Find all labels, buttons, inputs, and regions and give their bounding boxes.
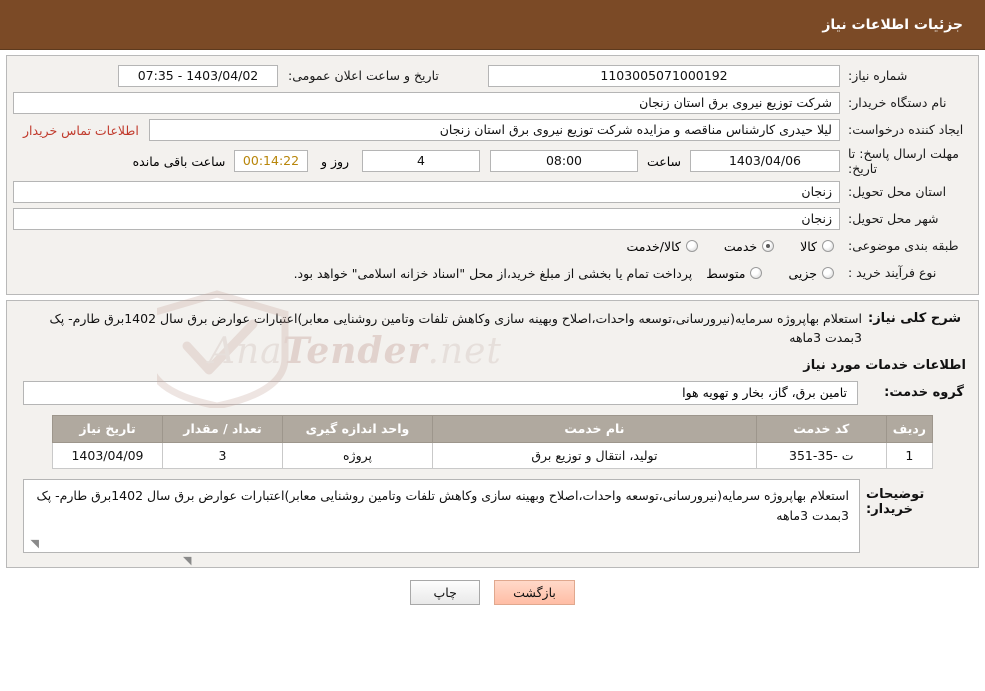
province-label: استان محل تحویل: xyxy=(848,184,947,200)
purchase-type-radio-group[interactable]: جزیی متوسط xyxy=(706,266,840,281)
radio-icon[interactable] xyxy=(822,240,834,252)
general-description-text: استعلام بهاپروژه سرمایه(نیرورسانی،توسعه … xyxy=(49,311,863,346)
need-details-page: جزئیات اطلاعات نیاز AnaTender.net شماره … xyxy=(0,0,985,691)
buyer-notes-label: توضیحات خریدار: xyxy=(866,486,925,517)
cell-index: 1 xyxy=(885,441,934,469)
back-button[interactable]: بازگشت xyxy=(494,579,575,605)
buyer-notes-content: استعلام بهاپروژه سرمایه(نیرورسانی،توسعه … xyxy=(36,487,850,524)
deadline-label: مهلت ارسال پاسخ: تا تاریخ: xyxy=(848,146,959,176)
remaining-days-value: 4 xyxy=(362,150,480,172)
general-description-label: شرح کلی نیاز: xyxy=(868,311,962,326)
page-title-bar: جزئیات اطلاعات نیاز xyxy=(0,0,985,50)
cell-code: ت -35-351 xyxy=(755,441,887,469)
purchase-type-option-jozi[interactable]: جزیی xyxy=(788,266,834,281)
col-name: نام خدمت xyxy=(432,414,757,443)
radio-icon[interactable] xyxy=(750,267,763,279)
buyer-org-label: نام دستگاه خریدار: xyxy=(848,95,947,111)
services-table: ردیف کد خدمت نام خدمت واحد اندازه گیری ت… xyxy=(52,414,934,469)
row-buyer-org: نام دستگاه خریدار: شرکت توزیع نیروی برق … xyxy=(13,92,972,114)
remaining-days-label: روز و xyxy=(320,153,350,169)
remaining-time-label: ساعت باقی مانده xyxy=(132,153,226,169)
category-label: طبقه بندی موضوعی: xyxy=(848,238,959,254)
deadline-hour-label: ساعت xyxy=(646,153,681,169)
row-province: استان محل تحویل: زنجان xyxy=(13,181,972,203)
col-code: کد خدمت xyxy=(755,414,887,443)
category-option-khedmat[interactable]: خدمت xyxy=(723,238,775,254)
purchase-note: پرداخت تمام یا بخشی از مبلغ خرید،از محل … xyxy=(293,265,693,281)
page-title: جزئیات اطلاعات نیاز xyxy=(822,16,963,33)
purchase-type-option-motavaset[interactable]: متوسط xyxy=(706,265,763,281)
need-number-value: 1103005071000192 xyxy=(488,65,840,87)
row-requester: ایجاد کننده درخواست: لیلا حیدری کارشناس … xyxy=(13,119,972,141)
announce-datetime-value: 1403/04/02 - 07:35 xyxy=(118,65,278,87)
category-option-kala[interactable]: کالا xyxy=(800,239,834,254)
category-option-label: کالا/خدمت xyxy=(626,238,681,254)
category-option-label: خدمت xyxy=(723,238,758,254)
radio-selected-icon[interactable] xyxy=(762,240,775,252)
purchase-type-option-label: متوسط xyxy=(706,265,746,281)
resize-grip-icon: ◥ xyxy=(183,553,192,567)
row-purchase-type: نوع فرآیند خرید : جزیی متوسط پرداخت تمام… xyxy=(13,262,972,284)
purchase-type-label: نوع فرآیند خرید : xyxy=(848,265,937,281)
row-category: طبقه بندی موضوعی: کالا خدمت کالا/خدمت xyxy=(13,235,972,257)
row-deadline: مهلت ارسال پاسخ: تا تاریخ: 1403/04/06 سا… xyxy=(13,146,972,176)
buyer-notes-text: استعلام بهاپروژه سرمایه(نیرورسانی،توسعه … xyxy=(23,478,860,553)
table-row: 1 ت -35-351 تولید، انتقال و توزیع برق پر… xyxy=(52,441,934,469)
announce-datetime-label: تاریخ و ساعت اعلان عمومی: xyxy=(288,68,439,84)
province-value: زنجان xyxy=(13,181,840,203)
buyer-org-value: شرکت توزیع نیروی برق استان زنجان xyxy=(13,92,840,114)
city-value: زنجان xyxy=(13,208,840,230)
row-city: شهر محل تحویل: زنجان xyxy=(13,208,972,230)
col-unit: واحد اندازه گیری xyxy=(282,414,433,443)
service-group-value: تامین برق، گاز، بخار و تهویه هوا xyxy=(23,380,858,405)
row-service-group: گروه خدمت: تامین برق، گاز، بخار و تهویه … xyxy=(15,380,968,405)
category-option-kala-khedmat[interactable]: کالا/خدمت xyxy=(626,238,698,254)
cell-unit: پروژه xyxy=(282,441,433,469)
radio-icon[interactable] xyxy=(822,267,834,279)
need-info-panel: AnaTender.net شماره نیاز: 11030050710001… xyxy=(6,55,979,410)
need-description-panel: شرح کلی نیاز: استعلام بهاپروژه سرمایه(نی… xyxy=(6,300,979,568)
print-button[interactable]: چاپ xyxy=(410,579,481,605)
col-date: تاریخ نیاز xyxy=(52,414,163,443)
requester-value: لیلا حیدری کارشناس مناقصه و مزایده شرکت … xyxy=(148,119,840,141)
row-buyer-notes: توضیحات خریدار: استعلام بهاپروژه سرمایه(… xyxy=(23,478,962,553)
need-number-label: شماره نیاز: xyxy=(848,68,908,84)
purchase-type-option-label: جزیی xyxy=(788,265,817,281)
table-header-row: ردیف کد خدمت نام خدمت واحد اندازه گیری ت… xyxy=(52,414,934,443)
row-need-number: شماره نیاز: 1103005071000192 تاریخ و ساع… xyxy=(13,65,972,87)
col-qty: تعداد / مقدار xyxy=(162,414,283,443)
service-group-label: گروه خدمت: xyxy=(884,385,964,401)
col-index: ردیف xyxy=(885,414,934,443)
cell-name: تولید، انتقال و توزیع برق xyxy=(432,441,757,469)
cell-qty: 3 xyxy=(162,441,283,469)
deadline-hour-value: 08:00 xyxy=(490,150,638,172)
requester-label: ایجاد کننده درخواست: xyxy=(848,122,964,138)
cell-date: 1403/04/09 xyxy=(52,441,163,469)
category-option-label: کالا xyxy=(800,238,817,254)
remaining-time-value: 00:14:22 xyxy=(234,150,308,172)
city-label: شهر محل تحویل: xyxy=(848,211,939,227)
buyer-contact-link[interactable]: اطلاعات تماس خریدار xyxy=(13,123,149,138)
category-radio-group[interactable]: کالا خدمت کالا/خدمت xyxy=(626,239,840,254)
footer-actions: بازگشت چاپ xyxy=(0,579,985,605)
resize-grip-icon[interactable]: ◥ xyxy=(27,537,39,550)
deadline-date-value: 1403/04/06 xyxy=(690,150,840,172)
row-general-description: شرح کلی نیاز: استعلام بهاپروژه سرمایه(نی… xyxy=(15,309,970,348)
services-section-title: اطلاعات خدمات مورد نیاز xyxy=(803,357,966,373)
radio-icon[interactable] xyxy=(685,240,698,252)
